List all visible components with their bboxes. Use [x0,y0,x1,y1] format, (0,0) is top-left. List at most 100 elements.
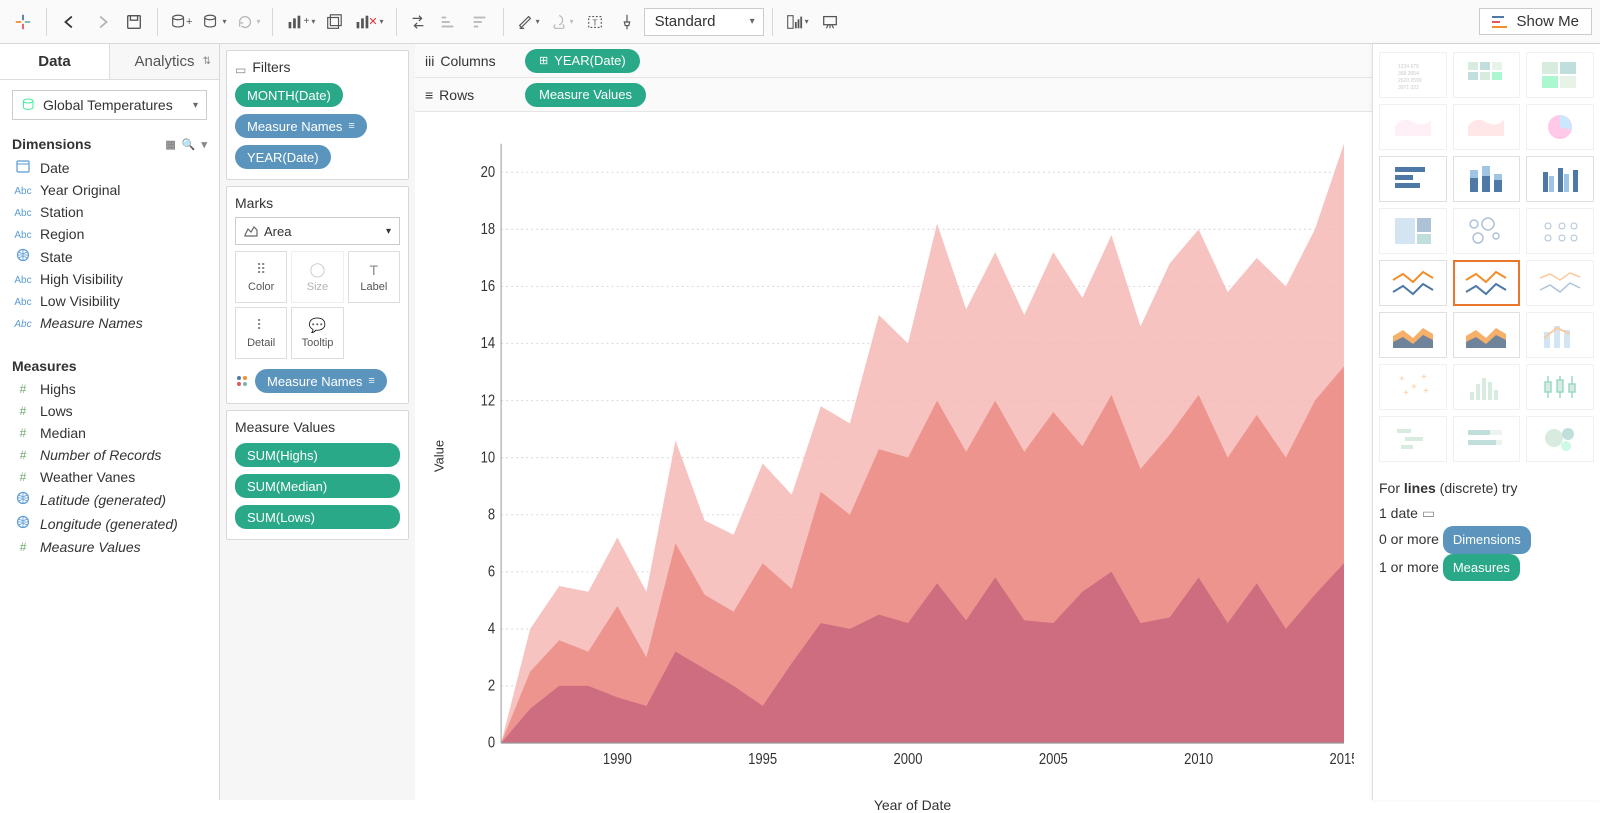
marks-tooltip[interactable]: 💬Tooltip [291,307,343,359]
measure-field[interactable]: #Measure Values [8,536,211,558]
area-chart[interactable]: 0246810121416182019901995200020052010201… [471,132,1354,790]
sm-dual-line[interactable] [1526,260,1594,306]
tableau-logo-icon[interactable] [8,7,38,37]
dimension-field[interactable]: AbcLow Visibility [8,290,211,312]
measure-field[interactable]: Latitude (generated) [8,488,211,512]
marks-size[interactable]: ◯Size [291,251,343,303]
sm-pie[interactable] [1526,104,1594,150]
pin-button[interactable] [612,7,642,37]
sm-area-discrete[interactable] [1453,312,1521,358]
sm-stacked-bar[interactable] [1453,156,1521,202]
measure-field[interactable]: #Weather Vanes [8,466,211,488]
measure-field[interactable]: #Lows [8,400,211,422]
mark-type-select[interactable]: Area [235,217,400,245]
measure-field[interactable]: #Number of Records [8,444,211,466]
dimension-field[interactable]: AbcYear Original [8,179,211,201]
group-button[interactable]: ▾ [546,7,578,37]
sm-packed-bubbles[interactable] [1526,416,1594,462]
sm-heat-map[interactable] [1453,52,1521,98]
svg-text:2015: 2015 [1329,751,1354,768]
save-button[interactable] [119,7,149,37]
sm-gantt[interactable] [1379,416,1447,462]
dimension-field[interactable]: State [8,245,211,268]
highlight-button[interactable]: ▾ [512,7,544,37]
tab-data[interactable]: Data [0,44,109,79]
menu-icon[interactable]: ▾ [201,138,207,151]
fit-mode-label: Standard [655,13,716,30]
rows-pill[interactable]: Measure Values [525,83,646,107]
swap-button[interactable] [405,7,431,37]
sm-text-table[interactable]: 1234 678368 30542620 25993971 322 [1379,52,1447,98]
sm-line-discrete[interactable] [1453,260,1521,306]
view-as-icon[interactable]: ▦ [165,138,175,151]
sm-side-bar[interactable] [1526,156,1594,202]
rows-shelf[interactable]: ≡Rows Measure Values [415,78,1372,112]
refresh-button[interactable]: ▾ [232,7,264,37]
columns-shelf[interactable]: iiiColumns ⊞YEAR(Date) [415,44,1372,78]
pause-updates-button[interactable]: ▾ [198,7,230,37]
sm-filled-map[interactable] [1453,104,1521,150]
fit-mode-select[interactable]: Standard [644,8,764,36]
y-axis-label: Value [432,440,447,472]
svg-text:1990: 1990 [603,751,632,768]
sm-dual-combo[interactable] [1526,312,1594,358]
marks-color-pill[interactable]: Measure Names≡ [255,369,387,393]
sm-bullet[interactable] [1453,416,1521,462]
sm-hbar[interactable] [1379,156,1447,202]
sm-area-continuous[interactable] [1379,312,1447,358]
filter-pill[interactable]: YEAR(Date) [235,145,331,169]
measure-value-pill[interactable]: SUM(Median) [235,474,400,498]
data-pane: Data Analytics⇅ Global Temperatures Dime… [0,44,220,800]
dimension-field[interactable]: Date [8,156,211,179]
measure-field[interactable]: #Highs [8,378,211,400]
new-worksheet-button[interactable]: +▾ [281,7,319,37]
sm-highlight-table[interactable] [1526,52,1594,98]
marks-label[interactable]: TLabel [348,251,400,303]
svg-text:1234 678: 1234 678 [1398,64,1419,70]
dimension-field[interactable]: AbcStation [8,201,211,223]
measure-field[interactable]: #Median [8,422,211,444]
measures-header: Measures [0,352,219,378]
marks-detail[interactable]: ⠇Detail [235,307,287,359]
filter-pill[interactable]: Measure Names≡ [235,114,367,138]
filters-title: Filters [252,59,290,75]
sm-symbol-map[interactable] [1379,104,1447,150]
x-axis-label: Year of Date [471,797,1354,813]
measure-field[interactable]: Longitude (generated) [8,512,211,536]
columns-pill[interactable]: ⊞YEAR(Date) [525,49,640,73]
dimension-field[interactable]: AbcMeasure Names [8,312,211,334]
clear-sheet-button[interactable]: ✕▾ [349,7,387,37]
svg-text:+: + [1399,374,1405,385]
sm-circle-views[interactable] [1453,208,1521,254]
sm-side-circles[interactable] [1526,208,1594,254]
tab-analytics[interactable]: Analytics⇅ [109,44,219,79]
sort-asc-button[interactable] [433,7,463,37]
show-cards-button[interactable]: ▾ [781,7,813,37]
sm-treemap[interactable] [1379,208,1447,254]
presentation-button[interactable] [815,7,845,37]
duplicate-sheet-button[interactable] [321,7,347,37]
sort-desc-button[interactable] [465,7,495,37]
measure-value-pill[interactable]: SUM(Highs) [235,443,400,467]
redo-button[interactable] [87,7,117,37]
sm-line-continuous[interactable] [1379,260,1447,306]
datasource-select[interactable]: Global Temperatures [12,90,207,120]
dimension-field[interactable]: AbcRegion [8,223,211,245]
marks-color[interactable]: ⠿Color [235,251,287,303]
top-toolbar: + ▾ ▾ +▾ ✕▾ ▾ ▾ T Standard ▾ Show Me [0,0,1600,44]
filter-pill[interactable]: MONTH(Date) [235,83,343,107]
undo-button[interactable] [55,7,85,37]
sm-scatter[interactable]: +++++ [1379,364,1447,410]
svg-text:14: 14 [481,335,496,352]
sm-histogram[interactable] [1453,364,1521,410]
svg-text:368 3054: 368 3054 [1398,71,1419,77]
measure-value-pill[interactable]: SUM(Lows) [235,505,400,529]
search-icon[interactable]: 🔍 [182,138,196,151]
sm-box-plot[interactable] [1526,364,1594,410]
svg-text:1995: 1995 [748,751,777,768]
dimension-field[interactable]: AbcHigh Visibility [8,268,211,290]
show-me-button[interactable]: Show Me [1479,8,1592,35]
show-labels-button[interactable]: T [580,7,610,37]
svg-text:+: + [1421,372,1427,383]
new-datasource-button[interactable]: + [166,7,196,37]
